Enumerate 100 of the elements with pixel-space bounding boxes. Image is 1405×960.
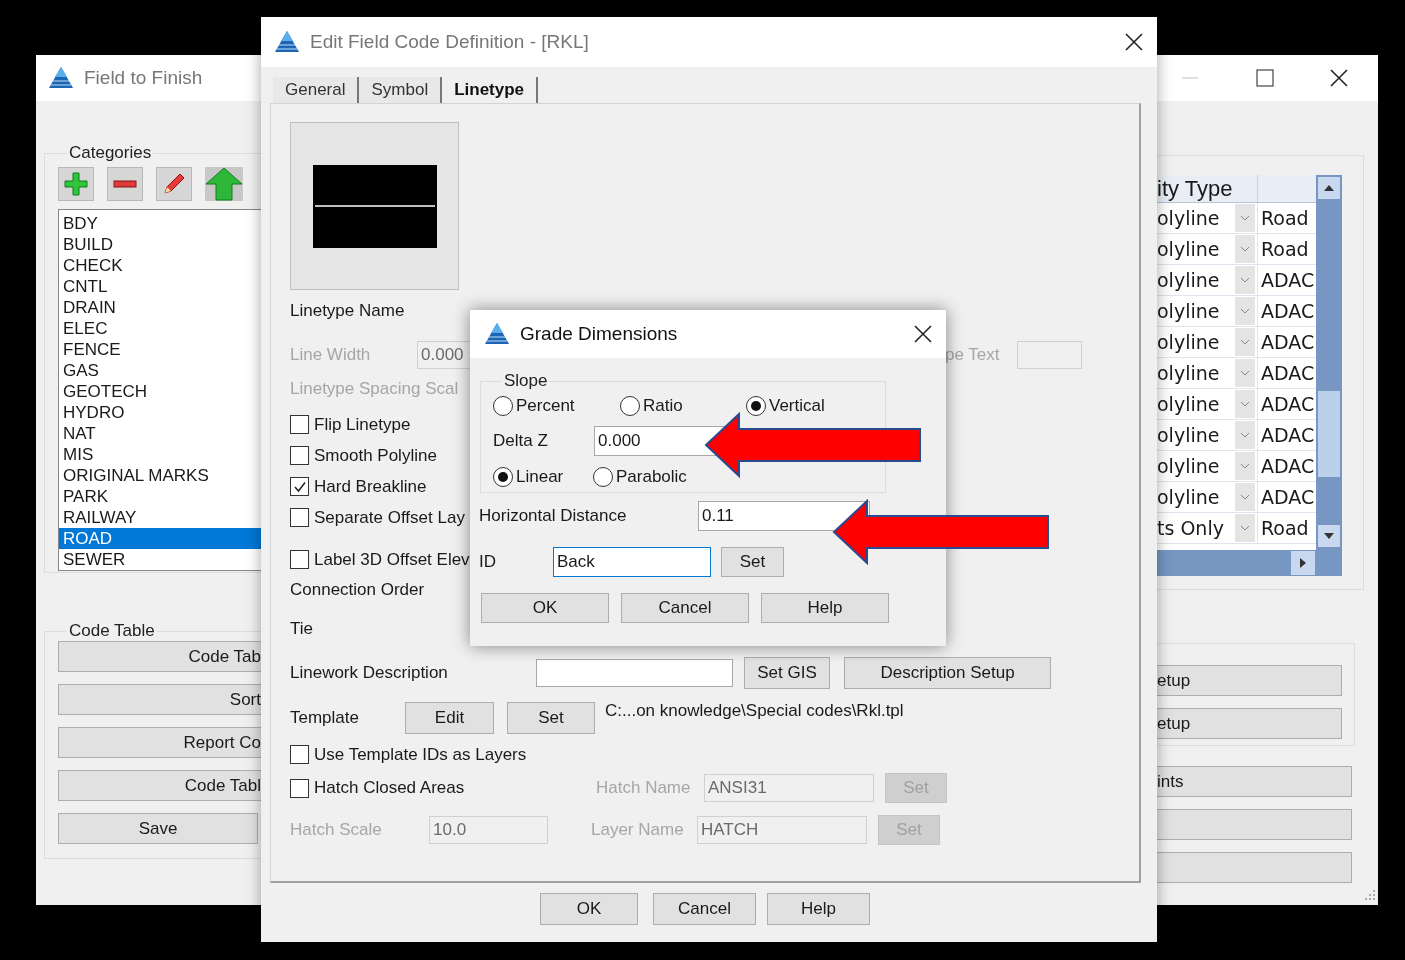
checkbox-label: Flip Linetype (314, 414, 411, 435)
table-cell-text: ADAC (1260, 485, 1316, 510)
list-item[interactable]: BDY (59, 213, 261, 234)
table-cell-text: olyline (1157, 392, 1221, 417)
tab[interactable]: General (273, 77, 360, 103)
radio-button[interactable] (746, 396, 766, 416)
group-label: Categories (69, 143, 152, 162)
radio-label: Percent (516, 396, 575, 416)
field-label: Hatch Scale (290, 820, 383, 840)
field-label: Layer Name (591, 820, 685, 840)
resize-grip[interactable] (1362, 889, 1376, 903)
scrollbar[interactable] (1157, 550, 1342, 576)
button[interactable]: etup (1157, 708, 1342, 739)
button[interactable]: Help (761, 593, 889, 623)
button[interactable]: Code Tabl (58, 770, 261, 801)
table-cell-text: ADAC (1260, 299, 1316, 324)
table-cell-text: olyline (1157, 330, 1221, 355)
radio-label: Linear (516, 467, 564, 487)
button[interactable] (1157, 852, 1352, 883)
move-up-button[interactable] (205, 167, 243, 201)
checkbox-label: Use Template IDs as Layers (314, 744, 527, 765)
button[interactable] (1157, 809, 1352, 840)
button[interactable]: Edit (405, 702, 494, 734)
pyramid-icon (274, 30, 300, 54)
close-icon[interactable] (1125, 33, 1143, 51)
pyramid-icon (484, 322, 510, 346)
tab[interactable]: Symbol (359, 77, 443, 103)
checkbox[interactable] (290, 508, 309, 527)
scroll-thumb[interactable] (1318, 391, 1340, 477)
checkbox-label: Hard Breakline (314, 476, 427, 497)
radio-button[interactable] (593, 467, 613, 487)
table-cell-text: ADAC (1260, 361, 1316, 386)
edit-button[interactable] (156, 167, 192, 201)
list-item[interactable]: BUILD (59, 234, 261, 255)
list-item[interactable]: FENCE (59, 339, 261, 360)
checkbox[interactable] (290, 745, 309, 764)
list-item[interactable]: CHECK (59, 255, 261, 276)
close-icon[interactable] (1330, 69, 1348, 87)
radio-button[interactable] (493, 467, 513, 487)
button[interactable]: Set GIS (744, 657, 830, 689)
table-cell-text: Road (1260, 237, 1310, 262)
scroll-up-button[interactable] (1318, 177, 1340, 199)
radio-label: Vertical (769, 396, 825, 416)
button[interactable]: Code Tab (58, 641, 261, 672)
field-label: Tie (290, 619, 313, 639)
group-label: Code Table (69, 621, 155, 640)
button[interactable]: Save (58, 813, 258, 844)
radio-button[interactable] (493, 396, 513, 416)
field-label: Linetype Name (290, 301, 405, 321)
button[interactable]: Set (721, 547, 784, 577)
button[interactable]: OK (540, 893, 638, 925)
checkbox-label: Smooth Polyline (314, 445, 437, 466)
list-item[interactable]: MIS (59, 444, 261, 465)
text-field[interactable] (1017, 341, 1082, 369)
remove-button[interactable] (107, 167, 143, 201)
list-item[interactable]: CNTL (59, 276, 261, 297)
checkbox[interactable] (290, 477, 309, 496)
button[interactable]: Report Co (58, 727, 261, 758)
add-button[interactable] (58, 167, 94, 201)
list-item[interactable]: HYDRO (59, 402, 261, 423)
list-item[interactable]: GAS (59, 360, 261, 381)
scroll-right-button[interactable] (1291, 551, 1315, 575)
field-label: ID (479, 552, 497, 572)
button[interactable]: Cancel (621, 593, 749, 623)
button[interactable]: Help (767, 893, 870, 925)
checkbox[interactable] (290, 550, 309, 569)
radio-button[interactable] (620, 396, 640, 416)
checkbox[interactable] (290, 415, 309, 434)
field-label: Linetype Spacing Scal (290, 379, 459, 399)
list-item[interactable]: NAT (59, 423, 261, 444)
chevron-icon (1240, 401, 1250, 407)
list-item[interactable]: DRAIN (59, 297, 261, 318)
text-field[interactable]: Back (553, 547, 711, 577)
button[interactable]: Description Setup (844, 657, 1051, 689)
table-cell-text: olyline (1157, 299, 1221, 324)
text-field[interactable] (536, 659, 733, 687)
button[interactable]: Cancel (653, 893, 756, 925)
button[interactable]: Sort (58, 684, 261, 715)
list-item[interactable]: ELEC (59, 318, 261, 339)
table-cell-text: ADAC (1260, 423, 1316, 448)
list-item[interactable]: RAILWAY (59, 507, 261, 528)
button[interactable]: OK (481, 593, 609, 623)
scrollbar[interactable] (1316, 175, 1342, 550)
window-title: Edit Field Code Definition - [RKL] (310, 31, 589, 53)
checkbox[interactable] (290, 778, 309, 798)
maximize-icon[interactable] (1256, 69, 1274, 87)
close-icon[interactable] (914, 325, 932, 343)
checkbox[interactable] (290, 446, 309, 465)
list-item[interactable]: PARK (59, 486, 261, 507)
button[interactable]: Set (507, 702, 595, 734)
list-item[interactable]: SEWER (59, 549, 261, 570)
list-item[interactable]: GEOTECH (59, 381, 261, 402)
button[interactable]: ints (1157, 766, 1352, 797)
chevron-icon (1240, 277, 1250, 283)
field-label: Delta Z (493, 431, 549, 451)
scroll-down-button[interactable] (1318, 525, 1340, 547)
list-item[interactable]: ROAD (59, 528, 261, 549)
button[interactable]: etup (1157, 665, 1342, 696)
list-item[interactable]: ORIGINAL MARKS (59, 465, 261, 486)
window-title: Field to Finish (84, 67, 203, 89)
